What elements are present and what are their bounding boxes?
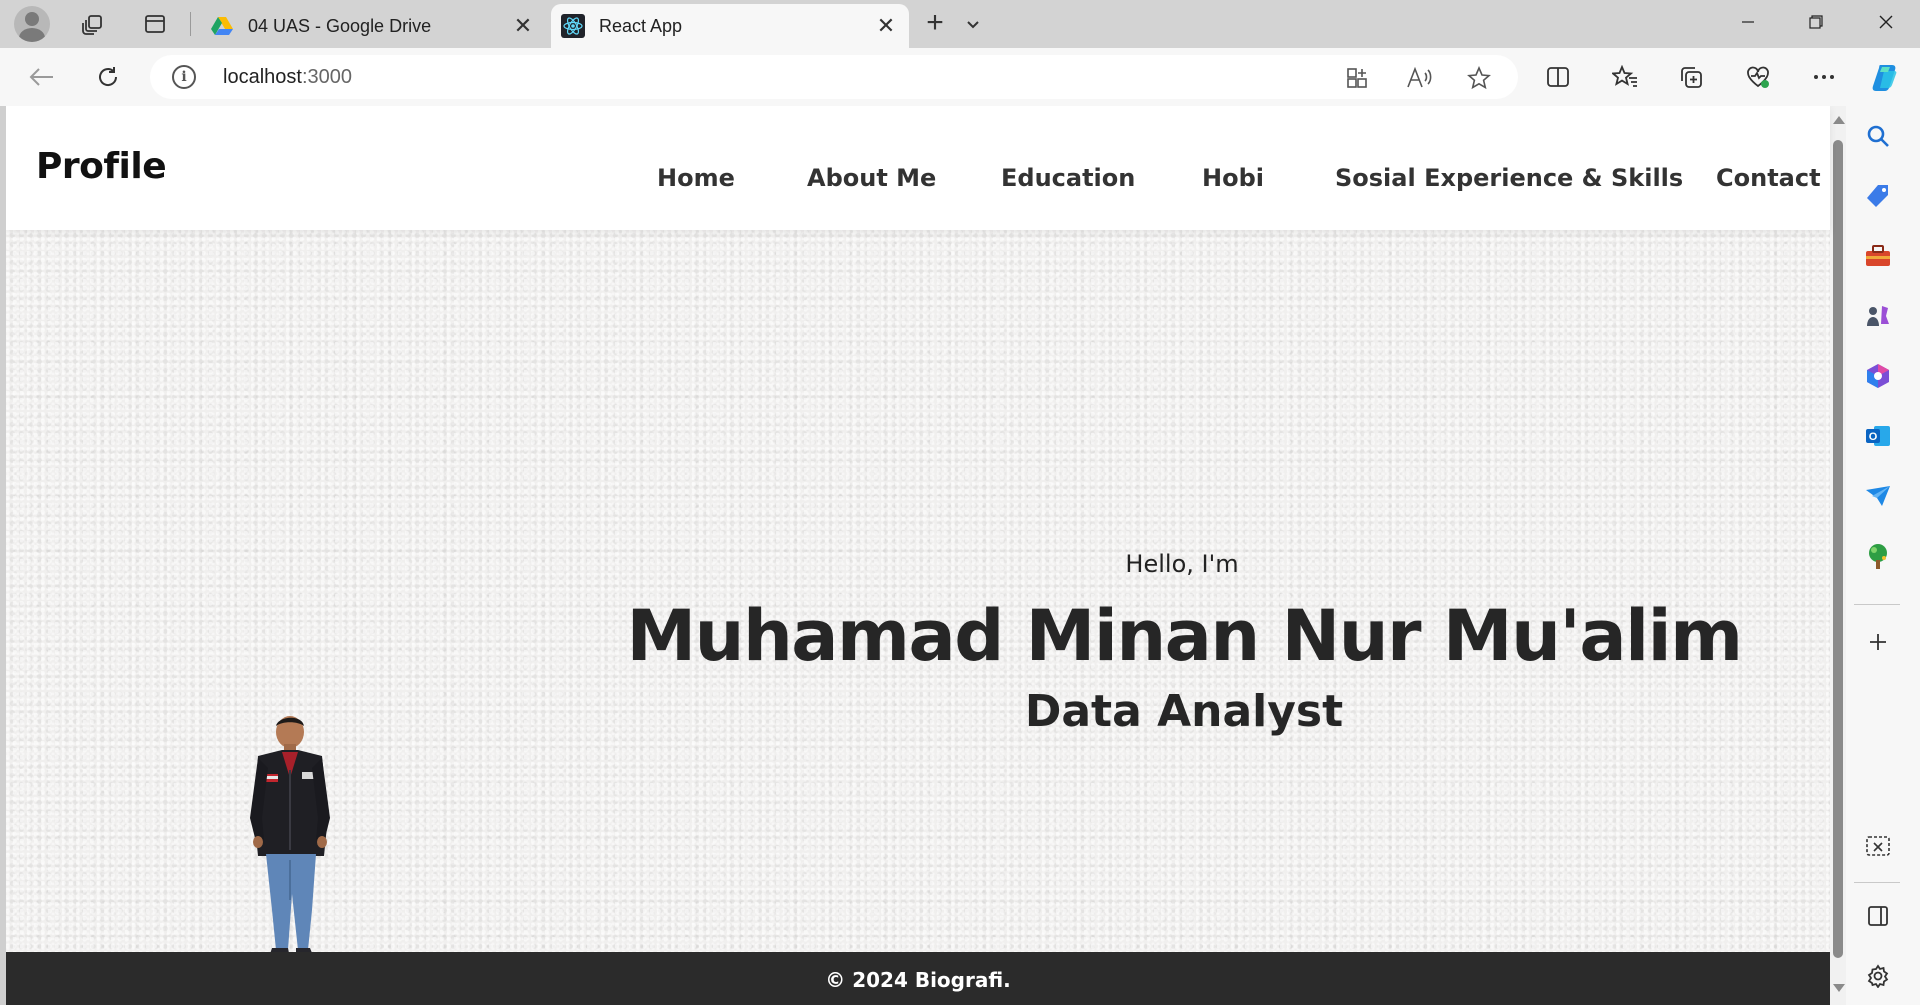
tab-actions-chevron-icon[interactable] <box>958 10 988 40</box>
back-arrow-icon[interactable] <box>22 58 62 96</box>
page-scrollbar[interactable] <box>1830 106 1846 1005</box>
collections-icon[interactable] <box>1671 58 1711 96</box>
svg-text:O: O <box>1869 431 1878 443</box>
google-drive-icon <box>210 14 234 38</box>
browser-toolbar: i localhost:3000 <box>0 48 1920 106</box>
games-icon[interactable] <box>1860 298 1896 334</box>
favorites-icon[interactable] <box>1605 58 1645 96</box>
restore-window-icon[interactable] <box>1782 0 1850 44</box>
copilot-icon[interactable] <box>1866 58 1906 96</box>
outlook-icon[interactable]: O <box>1860 418 1896 454</box>
favorite-star-icon[interactable] <box>1465 64 1493 92</box>
scroll-up-arrow-icon[interactable] <box>1833 116 1845 124</box>
nav-home[interactable]: Home <box>657 164 735 192</box>
minimize-window-icon[interactable] <box>1714 0 1782 44</box>
tools-toolbox-icon[interactable] <box>1860 238 1896 274</box>
search-icon[interactable] <box>1860 118 1896 154</box>
microsoft-365-icon[interactable] <box>1860 358 1896 394</box>
tab-google-drive[interactable]: 04 UAS - Google Drive ✕ <box>200 4 546 48</box>
browser-essentials-icon[interactable] <box>1738 58 1778 96</box>
address-bar[interactable]: i localhost:3000 <box>150 55 1518 99</box>
vertical-tabs-icon[interactable] <box>138 8 172 40</box>
tab-react-app[interactable]: React App ✕ <box>551 4 909 48</box>
url-text[interactable]: localhost:3000 <box>223 66 352 89</box>
site-header: Profile Home About Me Education Hobi Sos… <box>6 106 1830 230</box>
page-viewport: Profile Home About Me Education Hobi Sos… <box>6 106 1836 1005</box>
settings-gear-icon[interactable] <box>1860 958 1896 994</box>
nav-hobi[interactable]: Hobi <box>1202 164 1264 192</box>
footer-copyright: © 2024 Biografi. <box>825 968 1011 992</box>
close-window-icon[interactable] <box>1852 0 1920 44</box>
split-screen-icon[interactable] <box>1538 58 1578 96</box>
nav-sosial-experience-skills[interactable]: Sosial Experience & Skills <box>1335 164 1683 192</box>
hero-role: Data Analyst <box>1024 686 1344 737</box>
tab-title: 04 UAS - Google Drive <box>248 15 432 36</box>
add-sidebar-app-icon[interactable] <box>1860 624 1896 660</box>
hero-section: Hello, I'm Muhamad Minan Nur Mu'alim Dat… <box>6 230 1830 963</box>
sidebar-divider <box>1854 882 1900 883</box>
refresh-icon[interactable] <box>88 58 128 96</box>
hero-greeting: Hello, I'm <box>1125 550 1239 578</box>
close-tab-icon[interactable]: ✕ <box>508 11 538 41</box>
read-aloud-icon[interactable] <box>1405 64 1433 92</box>
tree-icon[interactable] <box>1860 538 1896 574</box>
site-footer: © 2024 Biografi. <box>6 952 1830 1005</box>
react-icon <box>561 14 585 38</box>
scroll-down-arrow-icon[interactable] <box>1833 984 1845 992</box>
sidebar-divider <box>1854 604 1900 605</box>
hero-name: Muhamad Minan Nur Mu'alim <box>626 595 1743 677</box>
close-tab-icon[interactable]: ✕ <box>871 11 901 41</box>
more-options-icon[interactable] <box>1804 58 1844 96</box>
browser-sidebar: O <box>1836 106 1920 1005</box>
hide-sidebar-icon[interactable] <box>1860 898 1896 934</box>
nav-contact[interactable]: Contact <box>1716 164 1821 192</box>
new-tab-button[interactable]: + <box>918 8 952 40</box>
nav-education[interactable]: Education <box>1001 164 1135 192</box>
drop-send-icon[interactable] <box>1860 478 1896 514</box>
site-brand[interactable]: Profile <box>36 146 167 187</box>
screenshot-icon[interactable] <box>1860 829 1896 865</box>
workspaces-icon[interactable] <box>76 8 110 40</box>
shopping-tag-icon[interactable] <box>1860 178 1896 214</box>
tab-separator <box>190 12 191 36</box>
profile-photo <box>250 716 330 963</box>
site-info-icon[interactable]: i <box>172 65 196 89</box>
tab-title: React App <box>599 15 683 36</box>
browser-tab-strip: 04 UAS - Google Drive ✕ React App ✕ + <box>0 0 1920 48</box>
app-available-icon[interactable] <box>1343 64 1371 92</box>
nav-about-me[interactable]: About Me <box>807 164 936 192</box>
profile-avatar-icon[interactable] <box>14 6 50 42</box>
scrollbar-thumb[interactable] <box>1833 140 1843 958</box>
